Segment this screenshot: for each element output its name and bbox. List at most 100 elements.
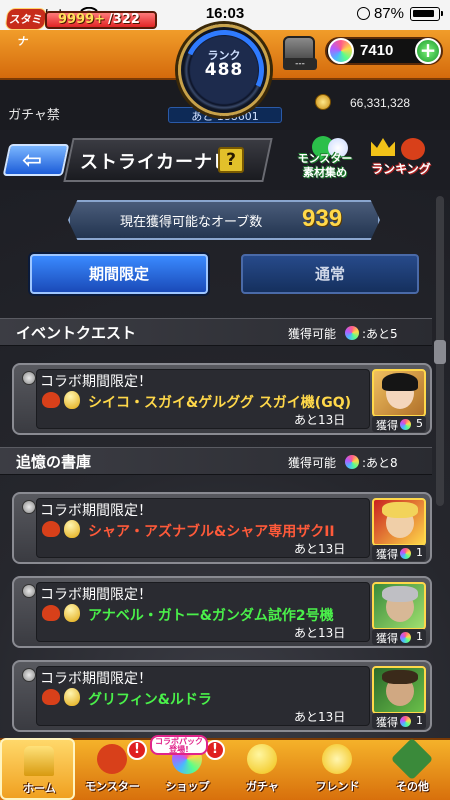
section-title: イベントクエスト <box>16 324 137 342</box>
orb-icon <box>400 632 411 643</box>
home-icon <box>24 746 54 776</box>
quest-tag: コラボ期間限定！ <box>40 374 152 390</box>
alert-badge: ! <box>205 740 225 760</box>
help-button[interactable]: ? <box>218 147 244 173</box>
collab-pack-badge: コラボパック 登場! <box>150 735 208 755</box>
quest-days-left: あと13日 <box>294 626 346 640</box>
nav-home[interactable]: ホーム <box>0 738 75 800</box>
egg-icon <box>64 604 80 622</box>
obtainable-orb-value: 939 <box>302 205 343 232</box>
alert-badge: ! <box>127 740 147 760</box>
stamina-value: 9999+ <box>58 12 106 27</box>
pin-icon <box>22 668 36 682</box>
quest-days-left: あと13日 <box>294 413 346 427</box>
portrait-hair <box>382 586 418 602</box>
scrollbar-handle[interactable] <box>434 340 446 364</box>
crown-icon <box>371 138 395 156</box>
battery-percent: 87% <box>373 5 404 22</box>
gain-label: 獲得 <box>376 548 398 561</box>
pin-icon <box>22 584 36 598</box>
gold-count: 66,331,328 <box>350 96 411 110</box>
battery-icon <box>410 6 443 21</box>
nav-label: フレンド <box>315 780 360 793</box>
section-remaining: :あと8 <box>362 456 398 470</box>
ranking-button[interactable]: ランキング <box>365 134 437 184</box>
portrait-hair <box>382 373 418 391</box>
orb-count: 7410 <box>360 42 394 59</box>
quest-card[interactable]: コラボ期間限定！ シイコ・スガイ&ゲルググ スガイ機(GQ) あと13日 獲得 … <box>12 363 432 435</box>
monster-icon <box>97 744 127 774</box>
portrait-image <box>372 369 426 417</box>
portrait-image <box>372 666 426 714</box>
gain-count: 1 <box>416 630 423 643</box>
monster-icon <box>42 392 60 408</box>
dragon-icon <box>401 138 425 160</box>
gacha-ban-label: ガチャ禁 <box>8 108 60 123</box>
gain-label: 獲得 <box>376 419 398 432</box>
nav-label: モンスター <box>85 780 140 793</box>
nav-friend[interactable]: フレンド <box>300 738 375 800</box>
quest-tag: コラボ期間限定！ <box>40 587 152 603</box>
quest-tag: コラボ期間限定！ <box>40 503 152 519</box>
orb-icon <box>345 455 359 469</box>
section-title: 追憶の書庫 <box>16 453 92 471</box>
tab-normal[interactable]: 通常 <box>241 254 419 294</box>
monster-icon <box>42 689 60 705</box>
monster-icon <box>42 521 60 537</box>
quest-days-left: あと13日 <box>294 710 346 724</box>
tab-limited[interactable]: 期間限定 <box>30 254 208 294</box>
egg-icon <box>64 391 80 409</box>
quest-days-left: あと13日 <box>294 542 346 556</box>
pin-icon <box>22 371 36 385</box>
other-menu-icon <box>390 737 434 781</box>
portrait-hair <box>382 670 418 684</box>
egg-icon <box>64 688 80 706</box>
buy-orb-button[interactable]: + <box>415 38 441 64</box>
gold-coin-icon <box>315 94 331 110</box>
quest-name: アナベル・ガトー&ガンダム試作2号機 <box>88 608 334 624</box>
orb-icon <box>400 548 411 559</box>
nav-other[interactable]: その他 <box>375 737 450 800</box>
rank-value: 488 <box>204 60 244 80</box>
monster-material-button[interactable]: モンスター 素材集め <box>290 131 360 184</box>
rotation-lock-icon <box>356 7 370 20</box>
quest-name: シャア・アズナブル&シャア専用ザクII <box>88 524 335 540</box>
orb-icon <box>328 38 354 64</box>
quest-card[interactable]: コラボ期間限定！ シャア・アズナブル&シャア専用ザクII あと13日 獲得 1 <box>12 492 432 564</box>
nav-label: ホーム <box>23 782 56 795</box>
nav-label: その他 <box>396 780 429 793</box>
nav-label: ガチャ <box>246 780 279 793</box>
helper-value: --- <box>283 58 317 70</box>
obtainable-orb-label: 現在獲得可能なオーブ数 <box>120 215 263 230</box>
gain-count: 1 <box>416 714 423 727</box>
pin-icon <box>22 500 36 514</box>
quest-name: グリフィン&ルドラ <box>88 692 212 708</box>
orb-icon <box>400 716 411 727</box>
section-obtainable-label: 獲得可能 <box>288 327 337 341</box>
monster-material-label: モンスター 素材集め <box>297 152 353 179</box>
friend-balloon-icon <box>322 744 352 774</box>
portrait-image <box>372 498 426 546</box>
quest-name: シイコ・スガイ&ゲルググ スガイ機(GQ) <box>88 395 351 411</box>
status-right: 87% <box>356 5 443 22</box>
gacha-egg-icon <box>247 744 277 774</box>
section-remaining: :あと5 <box>362 327 398 341</box>
orb-icon <box>400 419 411 430</box>
stamina-max: /322 <box>108 12 140 27</box>
page-title: ストライカーナビ <box>80 152 232 173</box>
gain-count: 1 <box>416 546 423 559</box>
gain-count: 5 <box>416 417 423 430</box>
gain-label: 獲得 <box>376 632 398 645</box>
monster-icon <box>42 605 60 621</box>
nav-monster[interactable]: ! モンスター <box>75 738 150 800</box>
nav-gacha[interactable]: ガチャ <box>225 738 300 800</box>
orb-icon <box>345 326 359 340</box>
portrait-image <box>372 582 426 630</box>
back-arrow-icon: ⇦ <box>22 146 43 174</box>
gain-label: 獲得 <box>376 716 398 729</box>
portrait-hair <box>382 502 418 518</box>
stamina-label: スタミナ <box>4 8 48 48</box>
quest-card[interactable]: コラボ期間限定！ グリフィン&ルドラ あと13日 獲得 1 <box>12 660 432 732</box>
quest-card[interactable]: コラボ期間限定！ アナベル・ガトー&ガンダム試作2号機 あと13日 獲得 1 <box>12 576 432 648</box>
nav-label: ショップ <box>165 780 210 793</box>
